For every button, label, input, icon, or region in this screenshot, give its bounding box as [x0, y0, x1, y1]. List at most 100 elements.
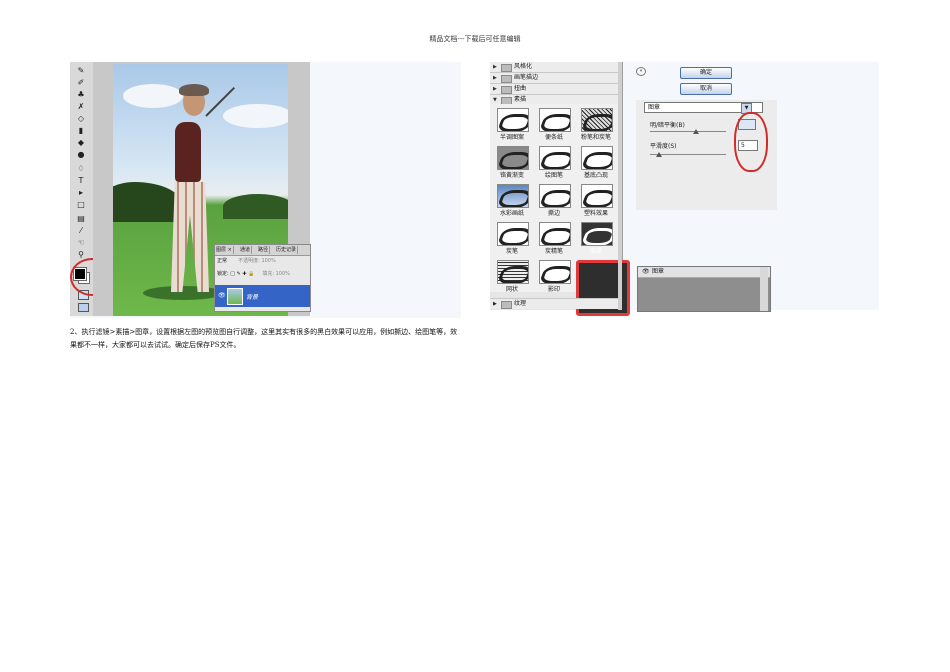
- filter-thumbnail[interactable]: 粉笔和炭笔: [576, 106, 616, 144]
- folder-icon: [501, 86, 512, 94]
- blur-tool-icon[interactable]: ◆: [75, 138, 87, 148]
- cloud: [223, 104, 288, 128]
- golfer-pants: [171, 182, 209, 292]
- tab-layers[interactable]: 图层 ×: [215, 246, 234, 254]
- light-dark-balance-label: 明/暗平衡(B): [650, 122, 685, 129]
- category-label: 风格化: [514, 63, 533, 70]
- blend-mode-select[interactable]: 正常: [217, 258, 227, 264]
- folder-icon: [501, 75, 512, 83]
- brush-tool-icon[interactable]: ✎: [75, 66, 87, 76]
- expand-arrow-icon: ▶: [493, 86, 497, 92]
- path-select-icon[interactable]: ▸: [75, 188, 87, 198]
- filter-thumbnail[interactable]: 影印: [534, 258, 574, 296]
- layers-panel-tabs: 图层 × 通道 路径 历史记录: [215, 245, 310, 256]
- red-highlight-circle: [734, 112, 768, 172]
- category-label: 纹理: [514, 300, 527, 307]
- tab-paths[interactable]: 路径: [257, 246, 271, 254]
- filter-preview-image: [497, 108, 529, 132]
- filter-thumbnail[interactable]: 塑料效果: [576, 182, 616, 220]
- type-tool-icon[interactable]: T: [75, 176, 87, 186]
- layer-row-background[interactable]: 👁 背景: [215, 285, 310, 307]
- eraser-tool-icon[interactable]: ◇: [75, 114, 87, 124]
- gradient-tool-icon[interactable]: ▮: [75, 126, 87, 136]
- filter-thumbnail[interactable]: 网状: [492, 258, 532, 296]
- effect-layers-scrollbar[interactable]: [760, 267, 768, 311]
- ok-button[interactable]: 确定: [680, 67, 732, 79]
- smoothness-label: 平滑度(S): [650, 143, 677, 150]
- filter-thumbnail[interactable]: 绘图笔: [534, 144, 574, 182]
- filter-preview-image: [539, 146, 571, 170]
- layers-panel: 图层 × 通道 路径 历史记录 正常 不透明度: 100% 锁定: □ ✎ ✚ …: [214, 244, 311, 312]
- slider-handle[interactable]: [656, 152, 662, 157]
- filter-thumbnail[interactable]: 便条纸: [534, 106, 574, 144]
- cloud: [123, 84, 183, 108]
- filter-thumbnail[interactable]: 炭笔: [492, 220, 532, 258]
- filter-label: 图章: [589, 248, 602, 255]
- filter-label: 铬黄渐变: [499, 172, 524, 179]
- expand-arrow-icon: ▶: [493, 301, 497, 307]
- opacity-value[interactable]: 100%: [261, 258, 275, 264]
- filter-preview-image: [497, 146, 529, 170]
- sample-stroke: [498, 114, 528, 131]
- eye-icon[interactable]: 👁: [218, 292, 226, 299]
- fill-label: 填充:: [262, 271, 275, 277]
- step-caption: 2、执行滤镜>素描>图章，设置根据左图的预览图自行调整，这里其实有很多的黑白效果…: [70, 328, 458, 349]
- filter-thumbnail[interactable]: 半调图案: [492, 106, 532, 144]
- collapse-chevron-icon[interactable]: «: [636, 67, 646, 76]
- sample-stroke: [540, 228, 570, 245]
- eyedropper-tool-icon[interactable]: ⁄: [75, 226, 87, 236]
- category-scrollbar[interactable]: [618, 62, 622, 310]
- filter-thumbnail[interactable]: 图章: [576, 220, 616, 258]
- eye-icon[interactable]: 👁: [642, 267, 650, 277]
- hand-tool-icon[interactable]: ☜: [75, 238, 87, 248]
- blend-row: 正常 不透明度: 100%: [217, 258, 276, 265]
- history-brush-icon[interactable]: ✗: [75, 102, 87, 112]
- sample-stroke: [540, 152, 570, 169]
- category-distort[interactable]: ▶ 扭曲: [490, 84, 618, 95]
- filter-label: 半调图案: [499, 134, 524, 141]
- photoshop-workspace-screenshot: ✎ ✐ ♣ ✗ ◇ ▮ ◆ ● ♢ T ▸ □ ▤ ⁄ ☜ ⚲ 图层 × 通道 …: [70, 62, 461, 318]
- filter-label: 水彩画纸: [499, 210, 524, 217]
- filter-thumbnail[interactable]: 铬黄渐变: [492, 144, 532, 182]
- light-dark-balance-slider[interactable]: [650, 131, 726, 132]
- filter-label: 影印: [547, 286, 560, 293]
- sample-stroke: [582, 114, 612, 131]
- fill-value[interactable]: 100%: [276, 271, 290, 277]
- filter-label: 基底凸现: [583, 172, 608, 179]
- filter-label: 炭精笔: [544, 248, 563, 255]
- notes-tool-icon[interactable]: ▤: [75, 214, 87, 224]
- trees: [113, 182, 183, 222]
- lock-icons[interactable]: □ ✎ ✚ 🔒: [230, 271, 254, 277]
- stamp-tool-icon[interactable]: ♣: [75, 90, 87, 100]
- shape-tool-icon[interactable]: □: [75, 200, 87, 210]
- slider-handle[interactable]: [693, 129, 699, 134]
- cancel-button[interactable]: 取消: [680, 83, 732, 95]
- filter-preview-image: [539, 184, 571, 208]
- effect-layer-row[interactable]: 👁 图章: [638, 267, 770, 278]
- category-stylize[interactable]: ▶ 风格化: [490, 62, 618, 73]
- filter-thumbnails: 半调图案 便条纸 粉笔和炭笔铬黄渐变 绘图笔 基底凸现水彩画纸 撕边 塑料效果炭笔 炭精笔 图章…: [490, 104, 630, 316]
- tab-history[interactable]: 历史记录: [275, 246, 299, 254]
- folder-icon: [501, 64, 512, 72]
- filter-label: 撕边: [547, 210, 560, 217]
- filter-label: 网状: [505, 286, 518, 293]
- filter-gallery-screenshot: ▶ 风格化 ▶ 画笔描边 ▶ 扭曲 ▼ 素描 半调图案 便条纸 粉笔和炭笔 铬黄渐变绘…: [490, 62, 879, 316]
- filter-preview-image: [581, 222, 613, 246]
- pencil-tool-icon[interactable]: ✐: [75, 78, 87, 88]
- filter-category-list: ▶ 风格化 ▶ 画笔描边 ▶ 扭曲 ▼ 素描 半调图案 便条纸 粉笔和炭笔 铬黄渐变绘…: [490, 62, 630, 316]
- filter-thumbnail[interactable]: 炭精笔: [534, 220, 574, 258]
- sample-stroke: [498, 266, 528, 283]
- category-texture[interactable]: ▶ 纹理: [490, 298, 618, 309]
- filter-preview-image: [581, 146, 613, 170]
- filter-thumbnail[interactable]: 水彩画纸: [492, 182, 532, 220]
- tab-channels[interactable]: 通道: [239, 246, 253, 254]
- filter-thumbnail[interactable]: 基底凸现: [576, 144, 616, 182]
- filter-thumbnail[interactable]: 撕边: [534, 182, 574, 220]
- category-label: 扭曲: [514, 85, 527, 92]
- lock-row: 锁定: □ ✎ ✚ 🔒 填充: 100%: [217, 271, 290, 278]
- dodge-tool-icon[interactable]: ●: [75, 150, 87, 160]
- sample-stroke: [582, 190, 612, 207]
- category-brush-strokes[interactable]: ▶ 画笔描边: [490, 73, 618, 84]
- pen-tool-icon[interactable]: ♢: [75, 164, 87, 174]
- screen-mode-icon[interactable]: [78, 303, 89, 312]
